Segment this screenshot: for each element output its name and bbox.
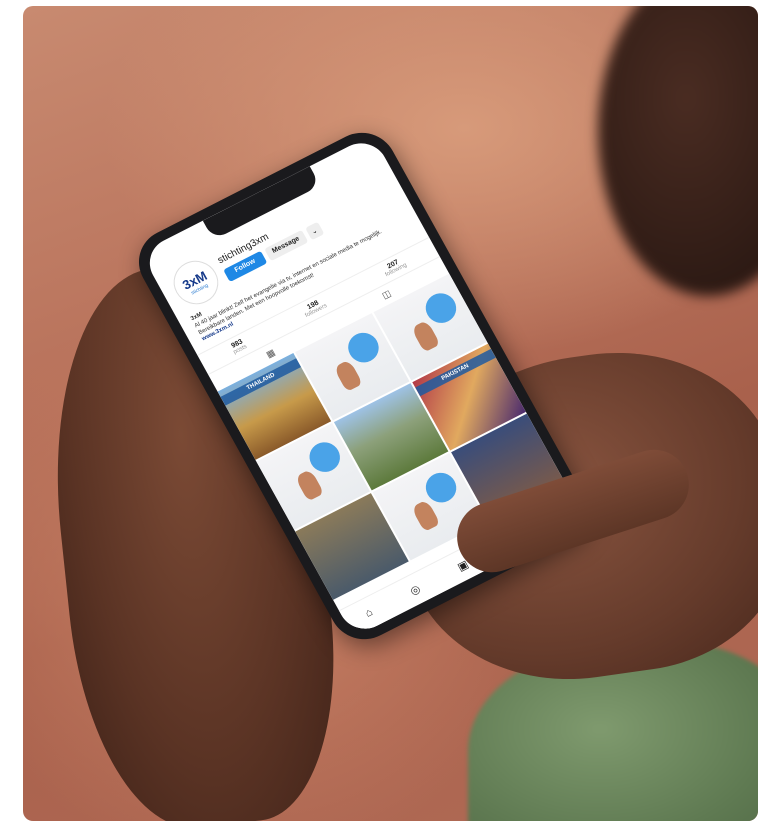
grid-icon[interactable]: ▦ bbox=[265, 347, 278, 360]
explore-icon[interactable]: ◎ bbox=[408, 582, 422, 598]
stat-posts[interactable]: 983 posts bbox=[229, 338, 248, 355]
home-icon[interactable]: ⌂ bbox=[363, 606, 375, 620]
photo-background: 3xM stichting stichting3xm Follow Messag… bbox=[23, 6, 758, 821]
person-head bbox=[598, 6, 758, 296]
tagged-icon[interactable]: ◫ bbox=[380, 288, 393, 301]
chevron-down-icon: ⌄ bbox=[310, 226, 319, 236]
suggested-button[interactable]: ⌄ bbox=[304, 221, 324, 240]
